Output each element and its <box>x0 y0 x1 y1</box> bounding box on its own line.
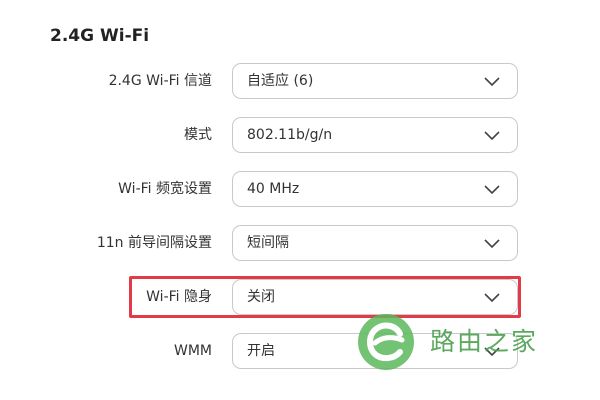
mode-label: 模式 <box>184 127 212 143</box>
setting-row-hide-ssid: Wi-Fi 隐身 关闭 <box>0 279 600 315</box>
chevron-down-icon <box>484 239 500 249</box>
wmm-select[interactable]: 开启 <box>232 333 518 369</box>
setting-row-channel: 2.4G Wi-Fi 信道 自适应 (6) <box>0 63 600 99</box>
setting-row-guard-interval: 11n 前导间隔设置 短间隔 <box>0 225 600 261</box>
chevron-down-icon <box>484 131 500 141</box>
bandwidth-select[interactable]: 40 MHz <box>232 171 518 207</box>
chevron-down-icon <box>484 77 500 87</box>
channel-select-value: 自适应 (6) <box>247 73 314 89</box>
guard-interval-select-value: 短间隔 <box>247 235 289 251</box>
channel-label: 2.4G Wi-Fi 信道 <box>108 73 212 89</box>
wmm-label: WMM <box>173 343 212 359</box>
guard-interval-label: 11n 前导间隔设置 <box>96 235 212 251</box>
mode-select-value: 802.11b/g/n <box>247 127 333 143</box>
setting-row-mode: 模式 802.11b/g/n <box>0 117 600 153</box>
channel-select[interactable]: 自适应 (6) <box>232 63 518 99</box>
guard-interval-select[interactable]: 短间隔 <box>232 225 518 261</box>
chevron-down-icon <box>484 185 500 195</box>
bandwidth-select-value: 40 MHz <box>247 181 300 197</box>
mode-select[interactable]: 802.11b/g/n <box>232 117 518 153</box>
chevron-down-icon <box>484 347 500 357</box>
section-title: 2.4G Wi-Fi <box>50 26 150 46</box>
bandwidth-label: Wi-Fi 频宽设置 <box>118 181 212 197</box>
chevron-down-icon <box>484 293 500 303</box>
hide-ssid-select[interactable]: 关闭 <box>232 279 518 315</box>
wmm-select-value: 开启 <box>247 343 275 359</box>
hide-ssid-label: Wi-Fi 隐身 <box>146 289 212 305</box>
hide-ssid-select-value: 关闭 <box>247 289 275 305</box>
setting-row-bandwidth: Wi-Fi 频宽设置 40 MHz <box>0 171 600 207</box>
setting-row-wmm: WMM 开启 <box>0 333 600 369</box>
